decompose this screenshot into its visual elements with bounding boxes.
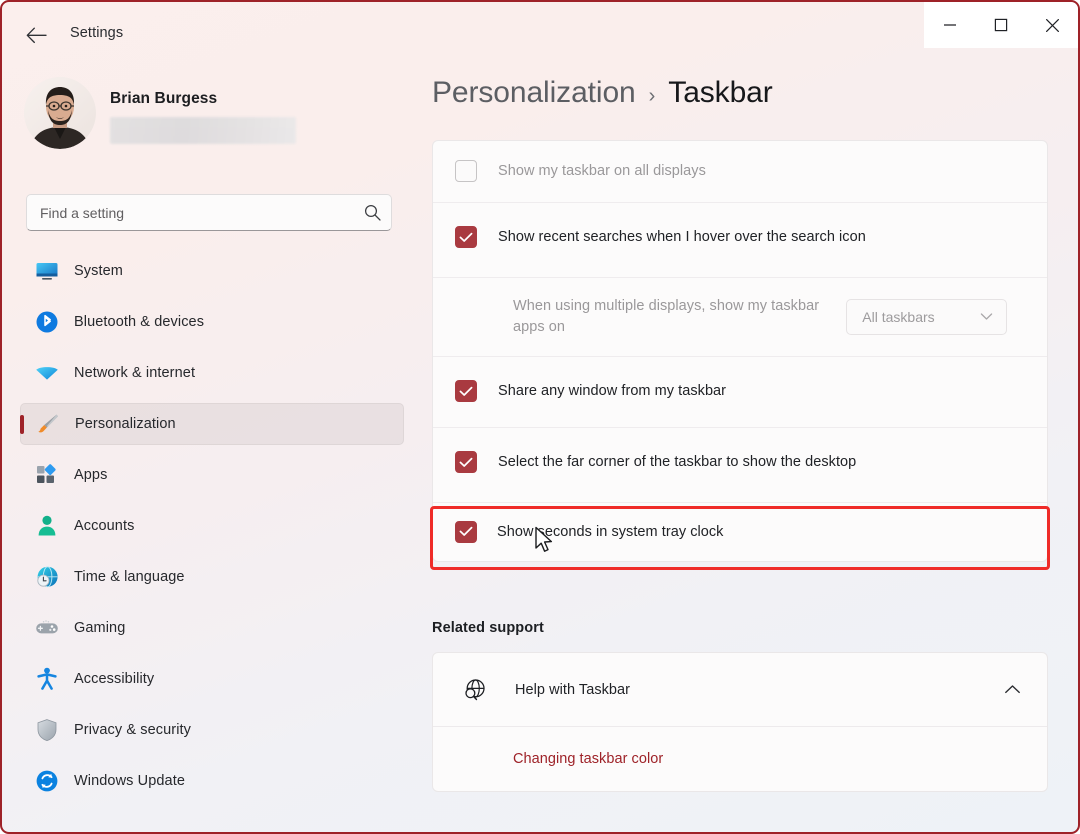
- avatar[interactable]: [24, 77, 96, 149]
- checkbox-show-recent-searches[interactable]: [455, 226, 477, 248]
- related-support-card: Help with Taskbar Changing taskbar color: [432, 652, 1048, 792]
- sidebar-item-label: Bluetooth & devices: [74, 314, 205, 330]
- account-email-redacted: [110, 117, 296, 144]
- apps-grid-icon: [20, 462, 74, 488]
- sidebar-item-label: Accounts: [74, 518, 135, 534]
- maximize-button[interactable]: [975, 2, 1026, 48]
- maximize-icon: [994, 18, 1008, 32]
- sidebar-item-label: Time & language: [74, 569, 185, 585]
- setting-label: Show seconds in system tray clock: [497, 523, 724, 540]
- setting-label: Show my taskbar on all displays: [498, 163, 706, 180]
- checkmark-icon: [459, 232, 473, 243]
- setting-label: Show recent searches when I hover over t…: [498, 229, 866, 245]
- paintbrush-icon: [21, 411, 75, 437]
- sidebar-item-label: Windows Update: [74, 773, 186, 789]
- support-link-row[interactable]: Changing taskbar color: [433, 727, 1047, 791]
- sidebar-item-network-internet[interactable]: Network & internet: [20, 352, 404, 394]
- sidebar-item-accessibility[interactable]: Accessibility: [20, 658, 404, 700]
- sidebar-item-bluetooth-devices[interactable]: Bluetooth & devices: [20, 301, 404, 343]
- setting-row: When using multiple displays, show my ta…: [433, 278, 1047, 358]
- back-arrow-icon: [26, 27, 47, 44]
- sidebar-item-accounts[interactable]: Accounts: [20, 505, 404, 547]
- shield-icon: [20, 717, 74, 743]
- search-icon[interactable]: [353, 204, 391, 221]
- sidebar-item-system[interactable]: System: [20, 250, 404, 292]
- selection-indicator: [20, 415, 24, 434]
- refresh-circle-icon: [20, 768, 74, 794]
- sidebar: Brian Burgess Find a setting System Blue…: [2, 62, 422, 832]
- related-support-heading: Related support: [432, 620, 544, 636]
- account-block[interactable]: Brian Burgess: [24, 72, 404, 164]
- minimize-icon: [943, 19, 957, 31]
- settings-window: Settings Brian Burgess Find a setting Sy…: [0, 0, 1080, 834]
- clock-globe-icon: [20, 564, 74, 590]
- chevron-down-icon: [980, 308, 993, 326]
- search-input[interactable]: [27, 204, 353, 221]
- sidebar-item-apps[interactable]: Apps: [20, 454, 404, 496]
- support-link-changing-taskbar-color[interactable]: Changing taskbar color: [513, 751, 663, 767]
- sidebar-item-gaming[interactable]: Gaming: [20, 607, 404, 649]
- checkmark-icon: [459, 386, 473, 397]
- dropdown-multiple-displays: All taskbars: [846, 299, 1007, 336]
- sidebar-item-time-language[interactable]: Time & language: [20, 556, 404, 598]
- breadcrumb-parent-link[interactable]: Personalization: [432, 76, 636, 110]
- taskbar-settings-card: Show my taskbar on all displays Show rec…: [432, 140, 1048, 563]
- setting-label: When using multiple displays, show my ta…: [513, 298, 820, 336]
- setting-row[interactable]: Select the far corner of the taskbar to …: [433, 428, 1047, 504]
- sidebar-item-label: Accessibility: [74, 671, 155, 687]
- checkbox-select-far-corner[interactable]: [455, 451, 477, 474]
- main-content: Personalization › Taskbar Show my taskba…: [422, 62, 1078, 832]
- breadcrumb: Personalization › Taskbar: [432, 76, 773, 110]
- wifi-icon: [20, 360, 74, 386]
- window-controls: [924, 2, 1078, 48]
- back-button[interactable]: [18, 18, 54, 52]
- system-monitor-icon: [20, 258, 74, 284]
- bluetooth-icon: [20, 309, 74, 335]
- help-with-taskbar-header[interactable]: Help with Taskbar: [433, 653, 1047, 727]
- close-button[interactable]: [1027, 2, 1078, 48]
- breadcrumb-separator-icon: ›: [648, 85, 656, 107]
- sidebar-item-label: Privacy & security: [74, 722, 192, 738]
- chevron-up-icon[interactable]: [999, 684, 1025, 695]
- setting-label: Select the far corner of the taskbar to …: [498, 454, 857, 471]
- sidebar-item-label: Apps: [74, 467, 108, 483]
- sidebar-item-windows-update[interactable]: Windows Update: [20, 760, 404, 802]
- help-with-taskbar-label: Help with Taskbar: [515, 681, 631, 698]
- sidebar-item-personalization[interactable]: Personalization: [20, 403, 404, 445]
- globe-help-icon: [459, 676, 489, 703]
- setting-label: Share any window from my taskbar: [498, 383, 727, 400]
- app-title: Settings: [70, 25, 124, 41]
- checkmark-icon: [459, 457, 473, 468]
- sidebar-item-label: Personalization: [75, 416, 176, 432]
- checkmark-icon: [459, 526, 473, 537]
- setting-row[interactable]: Share any window from my taskbar: [433, 357, 1047, 429]
- sidebar-nav: System Bluetooth & devices Network & int…: [20, 250, 404, 811]
- title-bar: Settings: [2, 2, 1078, 62]
- gamepad-icon: [20, 615, 74, 641]
- checkbox-show-seconds-system-tray-clock[interactable]: [455, 520, 477, 543]
- accessibility-person-icon: [20, 666, 74, 692]
- sidebar-item-label: Gaming: [74, 620, 126, 636]
- search-box[interactable]: [26, 194, 392, 231]
- checkbox-show-taskbar-all-displays: [455, 160, 477, 182]
- dropdown-value: All taskbars: [862, 309, 935, 326]
- setting-row-show-seconds[interactable]: Show seconds in system tray clock: [433, 503, 1047, 561]
- checkbox-share-any-window[interactable]: [455, 380, 477, 403]
- sidebar-item-privacy-security[interactable]: Privacy & security: [20, 709, 404, 751]
- minimize-button[interactable]: [924, 2, 975, 48]
- account-name: Brian Burgess: [110, 90, 218, 107]
- sidebar-item-label: System: [74, 263, 123, 279]
- page-title: Taskbar: [668, 76, 773, 109]
- person-icon: [20, 513, 74, 539]
- setting-row[interactable]: Show my taskbar on all displays: [433, 141, 1047, 203]
- close-icon: [1045, 18, 1060, 33]
- setting-row[interactable]: Show recent searches when I hover over t…: [433, 203, 1047, 278]
- sidebar-item-label: Network & internet: [74, 365, 196, 381]
